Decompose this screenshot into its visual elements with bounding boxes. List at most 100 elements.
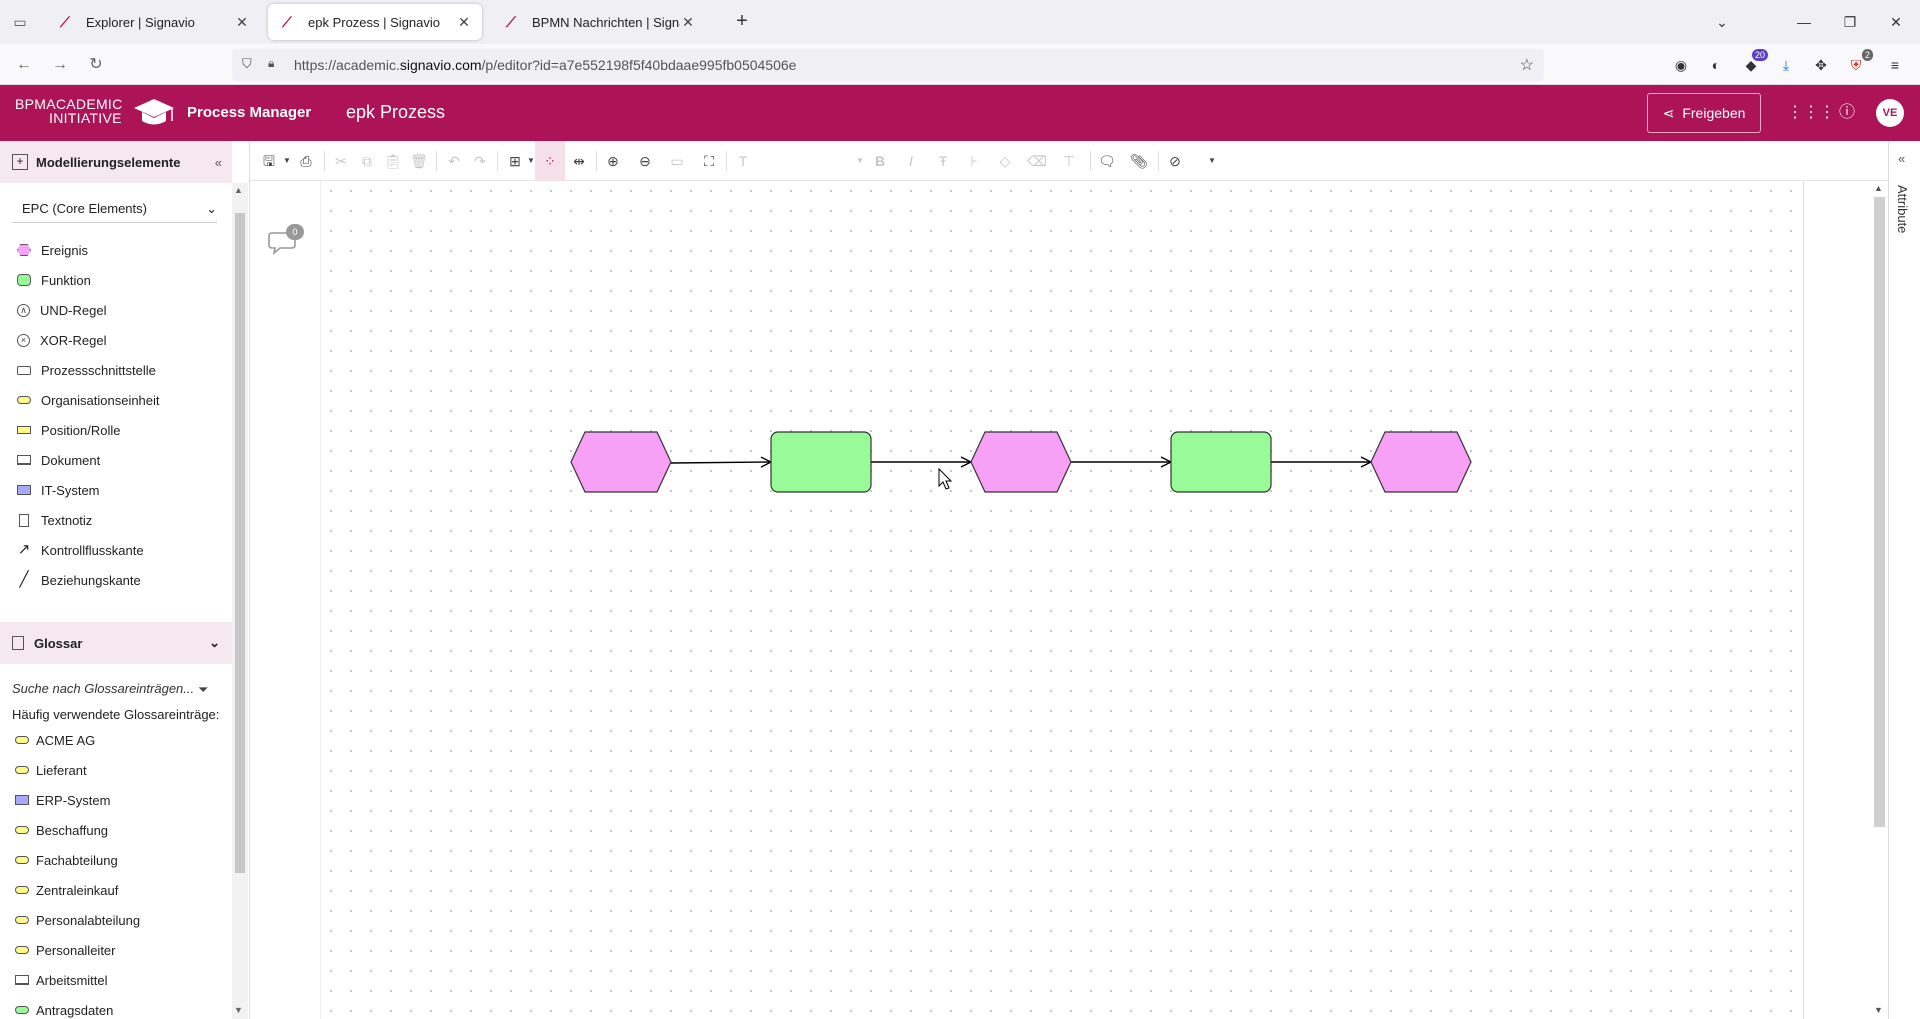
bold-icon[interactable]: B	[869, 150, 891, 172]
shape-kontrollflusskante[interactable]: ↗ Kontrollflusskante	[0, 535, 249, 565]
event-node[interactable]	[570, 431, 672, 493]
undo-icon[interactable]: ↶	[443, 150, 465, 172]
glossary-item[interactable]: Personalleiter	[0, 935, 232, 965]
download-icon[interactable]: ⤓	[1775, 54, 1797, 76]
bpm-academic-logo[interactable]: BPMACADEMIC INITIATIVE	[15, 97, 123, 125]
attachment-icon[interactable]: 📎︎	[1128, 150, 1150, 172]
document-title[interactable]: epk Prozess	[346, 102, 445, 123]
extension-badge-icon[interactable]: ◆ 20	[1740, 49, 1768, 76]
shape-prozessschnittstelle[interactable]: Prozessschnittstelle	[0, 355, 249, 385]
scrollbar-thumb[interactable]	[235, 213, 245, 873]
help-icon[interactable]: ⓘ	[1835, 101, 1859, 125]
scroll-up-icon[interactable]: ▲	[1874, 183, 1883, 193]
restore-icon[interactable]: ❐	[1838, 10, 1862, 34]
url-bar[interactable]: ⛉ 🔒︎ https://academic.signavio.com/p/edi…	[232, 49, 1544, 81]
shape-beziehungskante[interactable]: ╱ Beziehungskante	[0, 565, 249, 595]
align-icon[interactable]: ⊞	[504, 150, 526, 172]
forward-icon[interactable]: →	[48, 53, 72, 77]
glossary-item[interactable]: ERP-System	[0, 785, 232, 815]
glossary-search-input[interactable]: Suche nach Glossareinträgen...	[12, 681, 217, 701]
copy-icon[interactable]: ⧉	[356, 150, 378, 172]
zoom-out-icon[interactable]: ⊖	[634, 150, 656, 172]
function-node[interactable]	[770, 431, 872, 493]
user-avatar[interactable]: VE	[1876, 99, 1904, 127]
zoom-fit-icon[interactable]: ⛶	[698, 150, 720, 172]
text-align-icon[interactable]: ⊦	[963, 150, 985, 172]
glossary-item[interactable]: Zentraleinkauf	[0, 875, 232, 905]
new-tab-button[interactable]: +	[730, 10, 754, 34]
extensions-puzzle-icon[interactable]: ✥	[1810, 54, 1832, 76]
glossary-item[interactable]: Arbeitsmittel	[0, 965, 232, 995]
shield-icon[interactable]: ⛉	[242, 56, 258, 74]
event-node[interactable]	[1370, 431, 1472, 493]
glossary-item[interactable]: Fachabteilung	[0, 845, 232, 875]
validation-icon[interactable]: ⊘	[1164, 150, 1186, 172]
save-icon[interactable]: 🖫︎	[258, 150, 280, 172]
close-tab-icon[interactable]: ✕	[456, 14, 472, 31]
shape-organisationseinheit[interactable]: Organisationseinheit	[0, 385, 249, 415]
scrollbar-thumb[interactable]	[1874, 197, 1885, 827]
paste-icon[interactable]: 📋︎	[382, 150, 404, 172]
ublock-icon[interactable]: ⛨ 2	[1845, 49, 1873, 76]
glossary-item[interactable]: Beschaffung	[0, 815, 232, 845]
snap-to-grid-icon[interactable]: ⁘	[535, 141, 565, 181]
fill-color-icon[interactable]: ◇	[994, 150, 1016, 172]
bookmark-star-icon[interactable]: ☆	[1520, 55, 1534, 75]
font-size-caret-icon[interactable]: ▼	[856, 150, 864, 172]
close-window-icon[interactable]: ✕	[1884, 10, 1908, 34]
shape-textnotiz[interactable]: Textnotiz	[0, 505, 249, 535]
text-format-icon[interactable]: T	[732, 150, 754, 172]
back-icon[interactable]: ←	[12, 53, 36, 77]
apps-grid-icon[interactable]: ⋮⋮⋮	[1787, 101, 1835, 125]
filter-icon[interactable]: ⏷	[198, 682, 208, 698]
attributes-tab-label[interactable]: Attribute	[1895, 185, 1910, 233]
glossary-item[interactable]: ACME AG	[0, 725, 232, 755]
distribute-icon[interactable]: ⇹	[568, 150, 590, 172]
control-flow-edge[interactable]	[670, 462, 771, 463]
menu-hamburger-icon[interactable]: ≡	[1884, 54, 1906, 76]
print-icon[interactable]: ⎙	[295, 150, 317, 172]
share-button[interactable]: ⋖ Freigeben	[1647, 93, 1761, 133]
scroll-down-icon[interactable]: ▼	[1874, 1005, 1883, 1015]
shape-dokument[interactable]: Dokument	[0, 445, 249, 475]
canvas-scrollbar[interactable]: ▲ ▼	[1870, 181, 1888, 1019]
tab-list-icon[interactable]: ▭	[10, 12, 30, 32]
save-dropdown-caret-icon[interactable]: ▼	[283, 150, 291, 172]
close-tab-icon[interactable]: ✕	[234, 14, 250, 31]
browser-tab-epk-prozess[interactable]: ⟋ epk Prozess | Signavio ✕	[268, 4, 482, 40]
delete-icon[interactable]: 🗑︎	[408, 150, 430, 172]
lock-icon[interactable]: 🔒︎	[268, 56, 282, 72]
url-text[interactable]: https://academic.signavio.com/p/editor?i…	[294, 57, 796, 73]
shape-it-system[interactable]: IT-System	[0, 475, 249, 505]
browser-tab-explorer[interactable]: ⟋ Explorer | Signavio ✕	[46, 4, 260, 40]
shape-und-regel[interactable]: ∧ UND-Regel	[0, 295, 249, 325]
minimize-icon[interactable]: —	[1792, 10, 1816, 34]
expand-right-panel-icon[interactable]: «	[1898, 151, 1905, 166]
cut-icon[interactable]: ✂	[330, 150, 352, 172]
glossary-item[interactable]: Lieferant	[0, 755, 232, 785]
left-panel-scrollbar[interactable]: ▲ ▼	[232, 183, 248, 1019]
glossary-header[interactable]: Glossar ⌄	[0, 622, 232, 664]
browser-tab-bpmn-nachrichten[interactable]: ⟋ BPMN Nachrichten | Signavio ✕	[492, 4, 706, 40]
validation-caret-icon[interactable]: ▼	[1208, 150, 1216, 172]
eraser-icon[interactable]: ⌫	[1026, 150, 1048, 172]
shape-funktion[interactable]: Funktion	[0, 265, 249, 295]
collapse-left-icon[interactable]: «	[215, 155, 222, 170]
zoom-in-icon[interactable]: ⊕	[602, 150, 624, 172]
scroll-up-icon[interactable]: ▲	[234, 185, 243, 195]
redo-icon[interactable]: ↷	[469, 150, 491, 172]
format-painter-icon[interactable]: ⊤	[1058, 150, 1080, 172]
account-icon[interactable]: ◉	[1670, 54, 1692, 76]
modeling-elements-header[interactable]: + Modellierungselemente «	[0, 141, 232, 183]
shape-position-rolle[interactable]: Position/Rolle	[0, 415, 249, 445]
shape-xor-regel[interactable]: × XOR-Regel	[0, 325, 249, 355]
palette-select[interactable]: EPC (Core Elements) ⌄	[12, 195, 217, 223]
chevron-down-icon[interactable]: ⌄	[209, 635, 220, 651]
scroll-down-icon[interactable]: ▼	[234, 1005, 243, 1015]
glossary-item[interactable]: Personalabteilung	[0, 905, 232, 935]
shape-ereignis[interactable]: Ereignis	[0, 235, 249, 265]
close-tab-icon[interactable]: ✕	[680, 14, 696, 31]
glossary-item[interactable]: Antragsdaten	[0, 995, 232, 1019]
align-dropdown-caret-icon[interactable]: ▼	[527, 150, 535, 172]
italic-icon[interactable]: I	[900, 150, 922, 172]
